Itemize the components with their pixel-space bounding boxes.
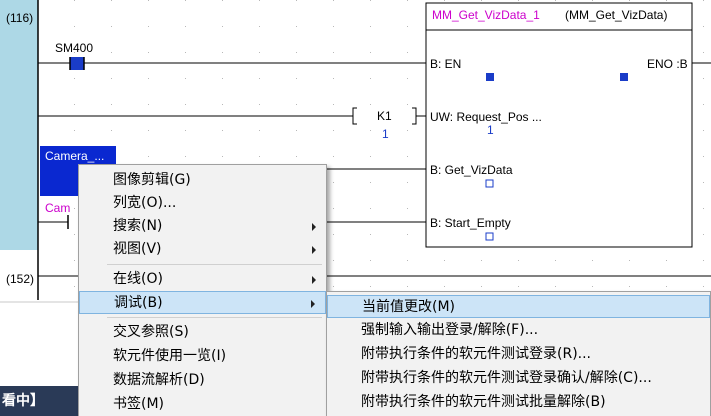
contact-label-sm400: SM400	[55, 41, 93, 55]
menu-item-label: 附带执行条件的软元件测试登录(R)...	[361, 346, 592, 362]
status-text: 看中】	[2, 393, 44, 409]
menu-item-cross-reference[interactable]: 交叉参照(S)	[79, 321, 326, 344]
step-number: (116)	[6, 11, 33, 25]
menu-item-view[interactable]: 视图(V)	[79, 238, 326, 261]
menu-item-label: 附带执行条件的软元件测试登录确认/解除(C)...	[361, 370, 652, 386]
ladder-editor[interactable]: (116) (152) SM400 K1 1 Camera_... Cam MM…	[0, 0, 711, 416]
step-gutter	[0, 0, 38, 250]
fb-output-label: ENO :B	[647, 57, 688, 71]
menu-item-label: 视图(V)	[113, 241, 162, 257]
submenu-arrow-icon	[312, 223, 316, 231]
menu-separator	[107, 317, 322, 318]
fb-input-label: B: Start_Empty	[430, 216, 511, 230]
submenu-arrow-icon	[312, 246, 316, 254]
fb-start-empty-marker	[485, 232, 494, 241]
menu-item-label: 附带执行条件的软元件测试批量解除(B)	[361, 394, 606, 410]
fb-eno-state-marker	[620, 73, 628, 81]
menu-item-debug[interactable]: 调试(B)	[79, 291, 326, 314]
menu-item-label: 交叉参照(S)	[113, 324, 189, 340]
k1-value: 1	[382, 127, 389, 141]
submenu-item-conditional-test-batch-cancel[interactable]: 附带执行条件的软元件测试批量解除(B)	[327, 391, 710, 414]
menu-item-label: 当前值更改(M)	[362, 299, 456, 315]
fb-input-value: 1	[487, 123, 494, 137]
contact-label-camera: Camera_...	[45, 149, 104, 163]
submenu-item-conditional-test-confirm[interactable]: 附带执行条件的软元件测试登录确认/解除(C)...	[327, 367, 710, 390]
debug-submenu[interactable]: 当前值更改(M) 强制输入输出登录/解除(F)... 附带执行条件的软元件测试登…	[326, 291, 711, 416]
fb-input-label: B: Get_VizData	[430, 163, 513, 177]
context-menu[interactable]: 图像剪辑(G) 列宽(O)... 搜索(N) 视图(V) 在线(O) 调试(B)…	[78, 164, 327, 416]
menu-item-label: 在线(O)	[113, 271, 163, 287]
menu-item-image-clip[interactable]: 图像剪辑(G)	[79, 169, 326, 192]
submenu-arrow-icon	[312, 276, 316, 284]
menu-item-device-list[interactable]: 软元件使用一览(I)	[79, 345, 326, 368]
menu-item-search[interactable]: 搜索(N)	[79, 215, 326, 238]
menu-item-label: 强制输入输出登录/解除(F)...	[361, 322, 539, 338]
menu-item-dataflow-analysis[interactable]: 数据流解析(D)	[79, 369, 326, 392]
menu-item-online[interactable]: 在线(O)	[79, 268, 326, 291]
step-number: (152)	[6, 272, 34, 286]
submenu-item-change-current-value[interactable]: 当前值更改(M)	[327, 295, 710, 318]
menu-item-label: 列宽(O)...	[113, 195, 177, 211]
menu-item-label: 数据流解析(D)	[113, 372, 205, 388]
menu-separator	[107, 264, 322, 265]
fb-instance-name: MM_Get_VizData_1	[432, 8, 540, 22]
function-block[interactable]: MM_Get_VizData_1 (MM_Get_VizData) B: EN …	[425, 2, 693, 248]
fb-type-name: (MM_Get_VizData)	[565, 8, 667, 22]
menu-item-label: 搜索(N)	[113, 218, 163, 234]
fb-get-vizdata-marker	[485, 179, 494, 188]
submenu-item-conditional-test-register[interactable]: 附带执行条件的软元件测试登录(R)...	[327, 343, 710, 366]
status-bar: 看中】	[0, 386, 78, 416]
contact-label-cam: Cam	[45, 201, 70, 215]
menu-item-label: 调试(B)	[114, 295, 163, 311]
menu-item-label: 书签(M)	[113, 396, 165, 412]
fb-input-label: UW: Request_Pos ...	[430, 110, 542, 124]
menu-item-label: 图像剪辑(G)	[113, 172, 191, 188]
menu-item-label: 软元件使用一览(I)	[113, 348, 227, 364]
menu-item-bookmark[interactable]: 书签(M)	[79, 393, 326, 416]
menu-item-column-width[interactable]: 列宽(O)...	[79, 192, 326, 215]
submenu-item-force-io[interactable]: 强制输入输出登录/解除(F)...	[327, 319, 710, 342]
fb-input-label: B: EN	[430, 57, 461, 71]
contact-sm400[interactable]	[70, 57, 84, 70]
fb-en-state-marker	[486, 73, 494, 81]
submenu-arrow-icon	[311, 300, 315, 308]
k1-label: K1	[377, 109, 392, 123]
